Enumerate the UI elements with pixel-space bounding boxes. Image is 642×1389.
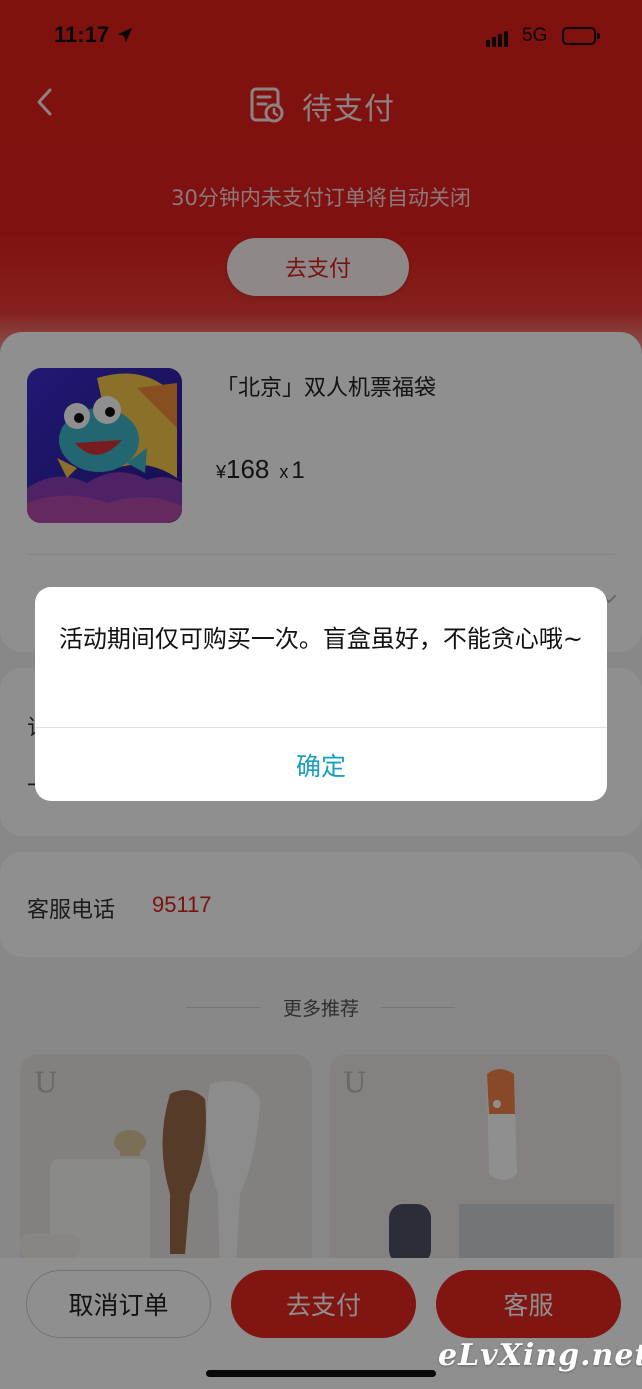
order-detail-page: 11:17 5G 待支付 30分钟内未支付订单将自动关闭 去支付 「北京」双人机…: [0, 0, 642, 1389]
confirm-button[interactable]: 确定: [35, 728, 607, 801]
dialog-message: 活动期间仅可购买一次。盲盒虽好，不能贪心哦~: [58, 625, 584, 653]
watermark: eLvXing.net: [438, 1338, 642, 1373]
alert-dialog: 活动期间仅可购买一次。盲盒虽好，不能贪心哦~ 确定: [35, 587, 607, 801]
